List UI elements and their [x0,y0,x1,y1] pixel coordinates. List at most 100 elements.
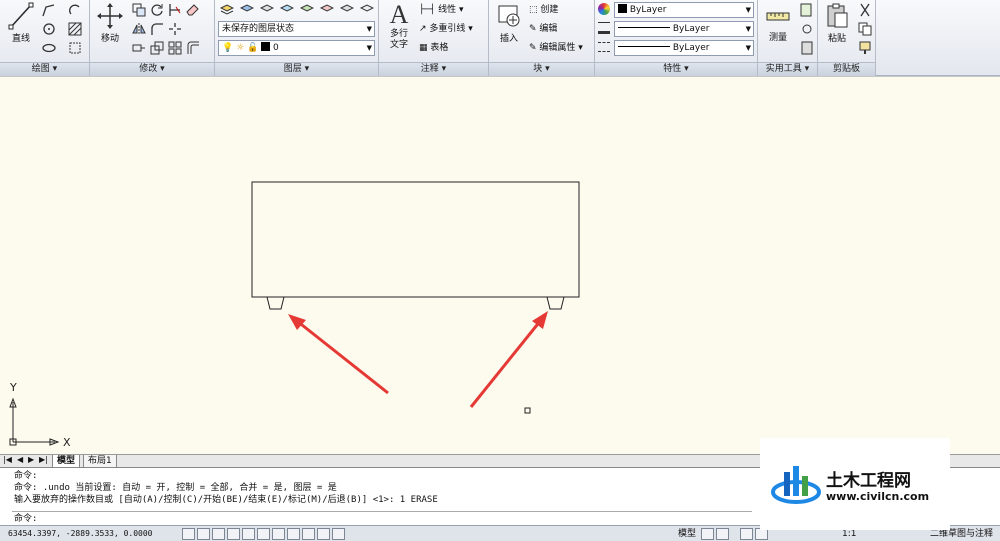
multileader-tool[interactable]: ↗ 多重引线 ▾ [419,21,473,37]
color-select[interactable]: ByLayer ▼ [614,2,754,18]
lineweight-select[interactable]: ByLayer ▼ [614,21,754,37]
utilities-panel: 测量 实用工具 ▾ [758,0,818,76]
layer-unlock-tool[interactable] [338,2,356,18]
annotation-arrow-right [469,311,548,408]
lightbulb-icon: 💡 [222,43,234,53]
left-leg[interactable] [266,296,285,310]
furniture-body[interactable] [251,181,580,298]
properties-panel-title[interactable]: 特性 ▾ [595,62,757,76]
match-properties-tool[interactable] [856,40,874,56]
linear-dim-label: 线性 [438,5,457,15]
linear-dim-tool[interactable]: ├─┤ 线性 ▾ [419,2,464,18]
brand-url: www.civilcn.com [826,490,930,503]
ducs-toggle[interactable] [302,528,315,540]
osnap-toggle[interactable] [257,528,270,540]
annotation-panel-title[interactable]: 注释 ▾ [379,62,488,76]
fillet-tool[interactable] [148,21,166,37]
sun-icon: ☼ [236,43,245,53]
fillet-icon [151,23,163,35]
3dosnap-toggle[interactable] [272,528,285,540]
multileader-icon: ↗ [419,24,427,34]
cut-tool[interactable] [856,2,874,18]
line-icon [8,2,34,30]
dyn-toggle[interactable] [317,528,330,540]
quick-view-button[interactable] [716,528,729,540]
tab-nav-first-icon[interactable]: |◀ [3,455,12,464]
trim-icon [169,4,181,16]
snap-toggle[interactable] [197,528,210,540]
scissors-icon [860,3,870,17]
trim-tool[interactable] [166,2,184,18]
right-leg[interactable] [546,296,565,310]
lineweight-toggle[interactable] [332,528,345,540]
crosshair-pickbox [524,407,531,414]
model-space-button[interactable]: 模型 [678,528,696,540]
create-block-tool[interactable]: ⬚ 创建 [529,2,558,18]
edit-block-label: 编辑 [539,24,558,34]
layer-name-value: 0 [273,43,279,53]
layout-view-button[interactable] [701,528,714,540]
tab-nav-last-icon[interactable]: ▶| [39,455,48,464]
linear-dimension-icon: ├─┤ [419,5,436,15]
infer-constraints-toggle[interactable] [182,528,195,540]
command-history-line: 命令: [14,471,38,481]
layer-lock-icon [320,4,334,12]
circle-tool[interactable] [40,21,58,37]
layer-properties-tool[interactable] [218,2,236,18]
scale-tool[interactable] [148,40,166,56]
region-tool[interactable] [66,40,84,56]
modify-panel-title[interactable]: 修改 ▾ [90,62,214,76]
layer-walk-tool[interactable] [358,2,376,18]
copy-clip-tool[interactable] [856,21,874,37]
layer-off-tool[interactable] [258,2,276,18]
array-tool[interactable] [166,40,184,56]
quick-select-tool[interactable] [798,2,816,18]
linetype-select[interactable]: ByLayer ▼ [614,40,754,56]
calculator-tool[interactable] [798,40,816,56]
measure-tool-button[interactable]: 测量 [761,3,795,44]
clipboard-panel-title[interactable]: 剪贴板 [818,62,875,76]
grid-toggle[interactable] [212,528,225,540]
draw-panel-title[interactable]: 绘图 ▾ [0,62,89,76]
insert-block-button[interactable]: 插入 [493,2,525,45]
utilities-panel-title[interactable]: 实用工具 ▾ [758,62,817,76]
layer-freeze-tool[interactable] [278,2,296,18]
mirror-tool[interactable] [130,21,148,37]
mtext-tool-button[interactable]: A 多行文字 [382,1,416,51]
layer-match-tool[interactable] [298,2,316,18]
lineweight-value: ByLayer [672,24,710,34]
create-block-icon: ⬚ [529,5,538,15]
rotate-tool[interactable] [148,2,166,18]
table-tool[interactable]: ▦ 表格 [419,40,448,56]
tab-nav-next-icon[interactable]: ▶ [28,455,34,464]
pan-button[interactable] [740,528,753,540]
layer-state-select[interactable]: 未保存的图层状态 ▼ [218,21,375,37]
otrack-toggle[interactable] [287,528,300,540]
layers-panel-title[interactable]: 图层 ▾ [215,62,378,76]
ortho-toggle[interactable] [227,528,240,540]
paste-button[interactable]: 粘贴 [820,2,854,45]
stretch-tool[interactable] [130,40,148,56]
create-block-label: 创建 [540,5,559,15]
arc-tool[interactable] [66,2,84,18]
id-point-tool[interactable] [798,21,816,37]
block-panel-title[interactable]: 块 ▾ [489,62,594,76]
edit-attributes-tool[interactable]: ✎ 编辑属性 ▾ [529,40,583,56]
move-tool-button[interactable]: 移动 [94,2,126,45]
layer-isolate-tool[interactable] [238,2,256,18]
hatch-tool[interactable] [66,21,84,37]
polyline-tool[interactable] [40,2,58,18]
tab-nav-prev-icon[interactable]: ◀ [17,455,23,464]
line-tool-button[interactable]: 直线 [4,2,38,45]
drawing-canvas[interactable]: Y X [0,76,1000,454]
layer-select[interactable]: 💡 ☼ 🔓 0 ▼ [218,40,375,56]
command-input[interactable]: 命令: [12,511,752,524]
edit-block-tool[interactable]: ✎ 编辑 [529,21,557,37]
copy-tool[interactable] [130,2,148,18]
erase-tool[interactable] [184,2,202,18]
ellipse-tool[interactable] [40,40,58,56]
layer-lock-tool[interactable] [318,2,336,18]
explode-tool[interactable] [166,21,184,37]
offset-tool[interactable] [184,40,202,56]
polar-toggle[interactable] [242,528,255,540]
